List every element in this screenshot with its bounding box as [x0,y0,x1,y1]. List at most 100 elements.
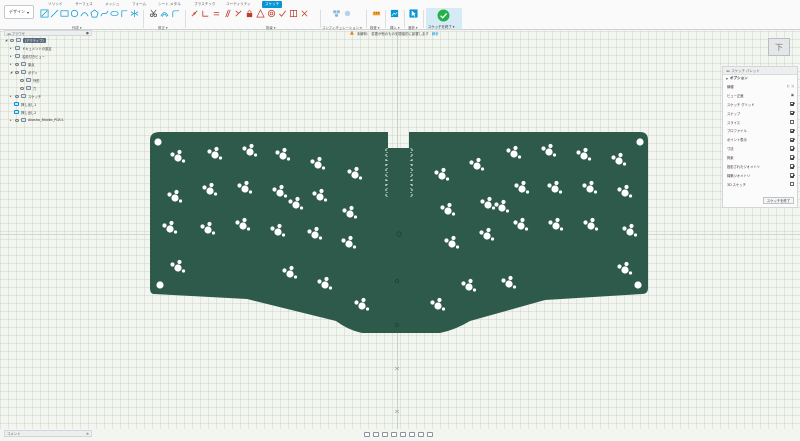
palette-option-profile[interactable]: プロファイル [723,126,797,135]
pcb-outline[interactable] [150,132,648,333]
switch-pin-hole [472,288,477,292]
orbit-icon[interactable] [364,432,370,437]
eye-icon[interactable] [10,38,14,42]
palette-option-snap[interactable]: スナップ [723,109,797,118]
palette-option-constraints[interactable]: 拘束 [723,153,797,162]
pan-icon[interactable] [382,432,388,437]
option-checkbox[interactable] [789,164,794,169]
pin-icon[interactable]: ● [86,31,89,35]
option-checkbox[interactable] [789,128,794,134]
tree-item-body-outline[interactable]: 外形 [4,76,92,84]
header-pin-hole [411,174,413,176]
linetype-icons[interactable]: ◧ ◨ [787,84,794,88]
notice-link[interactable]: 解析 [432,31,439,36]
option-checkbox[interactable] [789,110,794,116]
option-checkbox[interactable] [789,155,794,160]
option-checkbox[interactable] [789,119,794,125]
eye-icon[interactable] [15,62,19,66]
look-at-icon[interactable]: ▣ [791,93,794,97]
switch-pin-hole [282,268,287,273]
switch-pin-hole [618,152,623,158]
palette-option-points[interactable]: ポイント表示 [723,135,797,144]
tree-item-root[interactable]: ◢ (アクティブ) [4,36,92,44]
fit-icon[interactable] [400,432,406,437]
eye-icon[interactable] [20,86,24,90]
expand-arrow-icon[interactable]: ◢ [5,38,8,42]
tree-item-named-views[interactable]: ▸ 名前付きビュー [4,52,92,60]
tree-item-body-holes[interactable]: 穴 [4,84,92,92]
expand-arrow-icon[interactable]: ▸ [10,62,13,66]
expand-arrow-icon[interactable]: ▸ [10,54,13,58]
header-pin-hole [385,189,387,191]
tree-item-extrude-2[interactable]: 押し出し2 [4,108,92,116]
mounting-hole [156,281,164,289]
palette-option-look-at[interactable]: ビュー正面 ▣ [723,91,797,100]
tree-item-extrude-1[interactable]: 押し出し1 [4,100,92,108]
option-label: スケッチ グリッド [727,102,755,107]
options-section-header[interactable]: ▾ オプション [723,75,797,82]
pcb-sketch[interactable] [0,0,800,441]
tree-item-origin[interactable]: ▸ 原点 [4,60,92,68]
palette-option-slice[interactable]: スライス [723,118,797,127]
switch-center-hole [166,225,174,233]
switch-pin-hole [299,206,304,210]
switch-pin-hole [218,156,223,160]
switch-pin-hole [235,220,240,225]
grid-settings-icon[interactable] [418,432,424,437]
expand-arrow-icon[interactable]: ◢ [10,70,13,74]
viewcube[interactable]: 下 [768,38,790,56]
comments-panel[interactable]: コメント ⊕ [4,430,92,437]
option-checkbox[interactable] [789,101,794,107]
option-label: 構築ジオメトリ [727,173,751,178]
palette-option-construction-geometry[interactable]: 構築ジオメトリ [723,171,797,180]
look-at-icon[interactable] [373,432,379,437]
switch-pin-hole [505,209,510,213]
expand-arrow-icon[interactable]: ▸ [10,94,13,98]
switch-center-hole [444,207,452,215]
option-checkbox[interactable] [789,137,794,143]
palette-header[interactable]: ◂◂ スケッチ パレット [723,67,797,75]
mounting-hole [154,138,162,146]
eye-icon[interactable] [15,70,19,74]
eye-icon[interactable] [15,118,19,122]
eye-icon[interactable] [20,78,24,82]
tree-item-bodies[interactable]: ◢ ボディ [4,68,92,76]
axis-markers [394,366,400,414]
option-label: 投影されたジオメトリ [727,164,760,169]
option-checkbox[interactable] [789,146,794,151]
switch-pin-hole [517,155,522,159]
expand-arrow-icon[interactable]: ▸ [10,46,13,50]
tree-item-sketches[interactable]: ▸ スケッチ [4,92,92,100]
option-label: スナップ [727,111,741,116]
palette-option-sketch-grid[interactable]: スケッチ グリッド [723,100,797,109]
zoom-icon[interactable] [391,432,397,437]
switch-center-hole [473,162,481,170]
tree-item-document-settings[interactable]: ▸ ドキュメントの設定 [4,44,92,52]
notice-text: 変更が他のものを間接的に影響します [371,31,429,36]
palette-finish-sketch-button[interactable]: スケッチを終了 [762,197,794,204]
option-label: ビュー正面 [727,93,744,98]
folder-icon [21,62,26,66]
viewports-icon[interactable] [427,432,433,437]
collapse-icon[interactable]: ◂◂ [726,69,729,73]
tree-item-component[interactable]: ▸ Akasha_Middle_PCB:1 [4,116,92,124]
switch-pin-hole [283,194,288,198]
switch-pin-hole [491,206,496,210]
palette-option-projected-geometry[interactable]: 投影されたジオメトリ [723,162,797,171]
palette-option-dimensions[interactable]: 寸法 [723,144,797,153]
eye-icon[interactable] [15,94,19,98]
display-settings-icon[interactable] [409,432,415,437]
expand-arrow-icon[interactable]: ▸ [10,118,13,122]
option-checkbox[interactable] [789,173,794,178]
header-pin-hole [385,194,387,196]
switch-pin-hole [270,226,275,231]
switch-pin-hole [468,278,473,284]
switch-center-hole [321,281,329,289]
add-comment-icon[interactable]: ⊕ [86,432,89,436]
palette-option-3d-sketch[interactable]: 3D スケッチ [723,180,797,189]
collapse-icon[interactable]: ◂◂ [7,32,10,36]
option-checkbox[interactable] [789,181,794,187]
palette-option-linetype[interactable]: 線種 ◧ ◨ [723,82,797,91]
tree-item-label: スケッチ [28,94,42,99]
switch-pin-hole [354,300,359,305]
